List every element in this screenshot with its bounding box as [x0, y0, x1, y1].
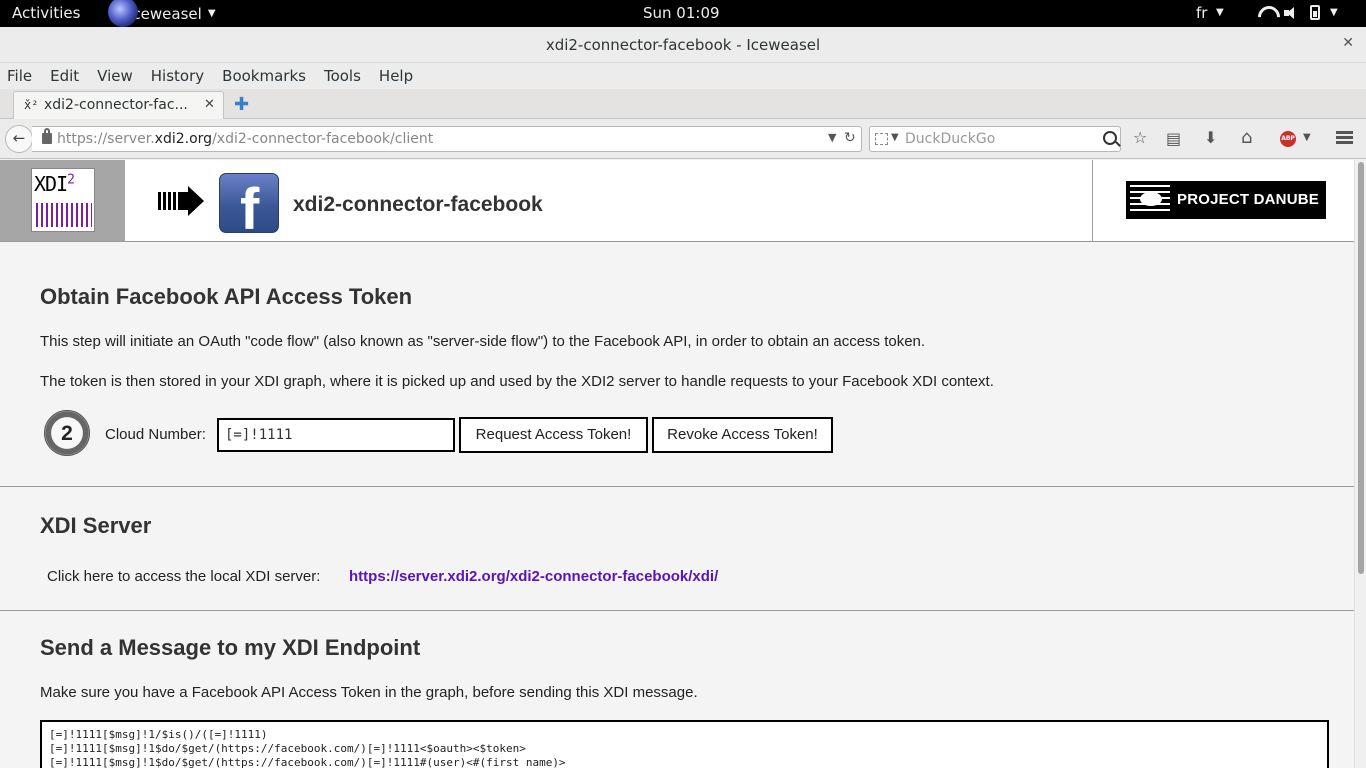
navigation-bar: ← https://server.xdi2.org/xdi2-connector… — [0, 119, 1366, 159]
token-paragraph-2: The token is then stored in your XDI gra… — [40, 373, 994, 390]
message-heading: Send a Message to my XDI Endpoint — [40, 635, 421, 660]
clock[interactable]: Sun 01:09 — [643, 4, 720, 22]
url-text: https://server.xdi2.org/xdi2-connector-f… — [57, 131, 434, 147]
menu-bookmarks[interactable]: Bookmarks — [222, 63, 306, 89]
message-line: [=]!1111[$msg]!1/$is()/([=]!1111) — [49, 728, 268, 741]
window-title: xdi2-connector-facebook - Iceweasel — [545, 36, 821, 54]
app-menu[interactable]: Iceweasel ▼ — [108, 0, 216, 27]
page-header: XDI2 f xdi2-connector-facebook PROJECT D… — [0, 160, 1354, 242]
reading-list-icon[interactable]: ▤ — [1166, 129, 1181, 148]
project-danube-text: PROJECT DANUBE — [1177, 191, 1319, 208]
header-logo-area: XDI2 — [0, 160, 125, 241]
menu-hamburger-icon[interactable] — [1336, 131, 1353, 144]
menu-view[interactable]: View — [97, 63, 133, 89]
menu-help[interactable]: Help — [379, 63, 413, 89]
search-engine-icon[interactable] — [875, 133, 888, 145]
message-line: [=]!1111[$msg]!1$do/$get/(https://facebo… — [49, 756, 566, 768]
chevron-down-icon[interactable]: ▼ — [1303, 132, 1311, 143]
chevron-down-icon: ▼ — [1216, 7, 1224, 18]
url-bar[interactable]: https://server.xdi2.org/xdi2-connector-f… — [32, 126, 862, 152]
lock-icon[interactable] — [42, 128, 52, 144]
xdi-message-textarea[interactable]: [=]!1111[$msg]!1/$is()/([=]!1111) [=]!11… — [40, 720, 1329, 768]
revoke-access-token-button[interactable]: Revoke Access Token! — [652, 417, 833, 453]
page-title: xdi2-connector-facebook — [293, 193, 543, 216]
menu-history[interactable]: History — [151, 63, 204, 89]
bookmark-star-icon[interactable]: ☆ — [1133, 128, 1147, 147]
battery-icon — [1310, 5, 1320, 20]
search-bar[interactable]: ▼ — [869, 126, 1121, 152]
message-paragraph: Make sure you have a Facebook API Access… — [40, 684, 698, 701]
xdi2-logo: XDI2 — [31, 168, 95, 232]
reload-icon[interactable]: ↻ — [844, 130, 856, 146]
search-icon[interactable] — [1103, 131, 1117, 145]
server-section — [0, 487, 1354, 611]
close-window-icon[interactable]: ✕ — [1342, 35, 1354, 51]
chevron-down-icon: ▼ — [207, 8, 216, 19]
message-line: [=]!1111[$msg]!1$do/$get/(https://facebo… — [49, 742, 526, 755]
new-tab-icon[interactable]: ✚ — [234, 94, 249, 115]
web-page: XDI2 f xdi2-connector-facebook PROJECT D… — [0, 160, 1354, 768]
wifi-icon — [1258, 6, 1274, 20]
project-danube-logo: PROJECT DANUBE — [1126, 181, 1326, 219]
xdi-server-link[interactable]: https://server.xdi2.org/xdi2-connector-f… — [349, 568, 718, 585]
cloud-number-input[interactable] — [217, 418, 455, 452]
header-right: PROJECT DANUBE — [1092, 160, 1354, 241]
close-tab-icon[interactable]: ✕ — [204, 97, 215, 112]
chevron-down-icon: ▼ — [1330, 7, 1338, 18]
request-access-token-button[interactable]: Request Access Token! — [459, 417, 648, 453]
menubar: File Edit View History Bookmarks Tools H… — [0, 63, 1366, 89]
search-input[interactable] — [905, 130, 1095, 148]
app-menu-label: Iceweasel — [128, 4, 202, 23]
menu-file[interactable]: File — [7, 63, 32, 89]
home-icon[interactable]: ⌂ — [1241, 127, 1252, 148]
xdi-favicon-icon: x̌² — [24, 98, 39, 112]
iceweasel-icon — [108, 0, 138, 27]
token-paragraph-1: This step will initiate an OAuth "code f… — [40, 333, 926, 350]
activities-button[interactable]: Activities — [12, 4, 80, 22]
tab-label: xdi2-connector-fac... — [44, 97, 188, 113]
arrow-left-icon: ← — [12, 129, 26, 147]
menu-tools[interactable]: Tools — [324, 63, 361, 89]
keyboard-language[interactable]: fr — [1196, 4, 1207, 22]
server-heading: XDI Server — [40, 513, 152, 538]
facebook-logo: f — [219, 173, 279, 233]
chevron-down-icon: ▼ — [891, 132, 899, 143]
gnome-top-bar: Activities Iceweasel ▼ Sun 01:09 fr ▼ ▼ — [0, 0, 1366, 27]
oauth2-logo: 2 — [44, 410, 90, 456]
cloud-number-label: Cloud Number: — [105, 426, 206, 443]
tab-active[interactable]: x̌² xdi2-connector-fac... ✕ — [13, 91, 224, 120]
server-label: Click here to access the local XDI serve… — [47, 568, 321, 585]
page-scrollbar[interactable] — [1354, 160, 1366, 768]
url-history-dropdown-icon[interactable]: ▼ — [828, 131, 836, 144]
system-menu[interactable]: ▼ — [1258, 5, 1338, 20]
tab-bar: x̌² xdi2-connector-fac... ✕ ✚ — [0, 89, 1366, 120]
window-titlebar: xdi2-connector-facebook - Iceweasel ✕ — [0, 27, 1366, 63]
menu-edit[interactable]: Edit — [50, 63, 79, 89]
volume-icon — [1284, 6, 1300, 20]
adblock-plus-icon[interactable]: ABP — [1280, 131, 1296, 147]
token-heading: Obtain Facebook API Access Token — [40, 284, 413, 309]
back-button[interactable]: ← — [5, 125, 33, 153]
downloads-icon[interactable]: ⬇ — [1204, 128, 1217, 147]
scrollbar-thumb[interactable] — [1358, 162, 1364, 574]
